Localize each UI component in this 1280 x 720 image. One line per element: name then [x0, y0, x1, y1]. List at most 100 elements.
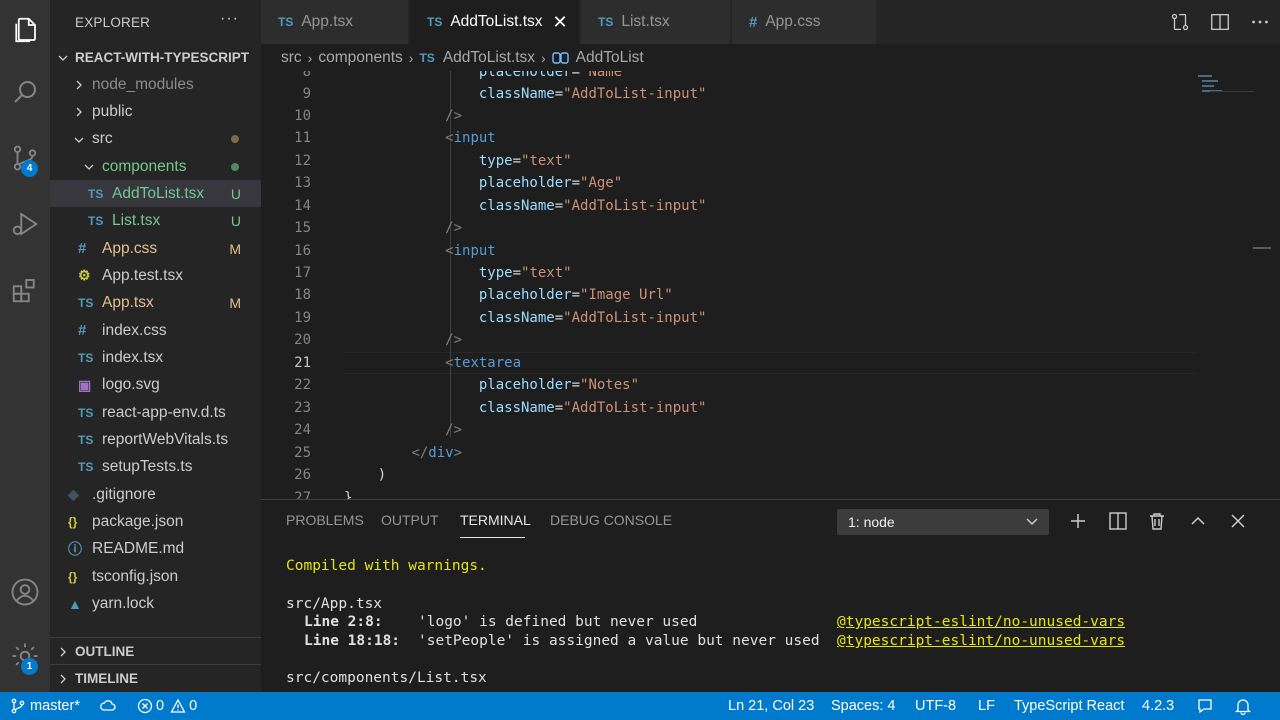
- chevron-right-icon: [76, 107, 82, 117]
- code-text: type="text": [478, 153, 572, 169]
- breadcrumb-components[interactable]: components: [318, 49, 402, 67]
- code-line: 23 className="AddToList-input": [261, 397, 1280, 419]
- tree-item-components[interactable]: components: [50, 153, 261, 180]
- tree-item-src[interactable]: src: [50, 126, 261, 153]
- tab-addtolist-tsx[interactable]: TS AddToList.tsx ✕: [410, 0, 580, 44]
- chevron-right-icon: [60, 647, 66, 657]
- tree-item-label: reportWebVitals.ts: [102, 431, 229, 449]
- more-actions-icon[interactable]: [1249, 11, 1271, 33]
- notifications-bell-icon[interactable]: [1234, 692, 1252, 720]
- tree-item-reportwebvitals-ts[interactable]: TS reportWebVitals.ts: [50, 427, 261, 454]
- code-text: </div>: [411, 445, 463, 461]
- typescript-icon: TS: [88, 214, 104, 229]
- tab-debug-console[interactable]: DEBUG CONSOLE: [550, 512, 672, 528]
- tab-list-tsx[interactable]: TS List.tsx: [581, 0, 731, 44]
- line-number: 14: [294, 198, 311, 214]
- language-mode[interactable]: TypeScript React: [1014, 692, 1124, 720]
- run-debug-icon[interactable]: [0, 196, 50, 252]
- end-of-line[interactable]: LF: [978, 692, 995, 720]
- tab-output[interactable]: OUTPUT: [381, 512, 439, 528]
- new-terminal-plus-icon[interactable]: [1067, 510, 1089, 532]
- tree-item-index-css[interactable]: # index.css: [50, 317, 261, 344]
- tab-problems[interactable]: PROBLEMS: [286, 512, 364, 528]
- feedback-icon[interactable]: [1196, 692, 1214, 720]
- tree-item-readme-md[interactable]: ⓘ README.md: [50, 536, 261, 563]
- minimap[interactable]: [1198, 71, 1258, 111]
- branch-indicator[interactable]: master*: [10, 692, 80, 720]
- outline-section[interactable]: OUTLINE: [50, 637, 261, 664]
- typescript-icon: TS: [278, 15, 294, 29]
- tab-app-tsx[interactable]: TS App.tsx: [261, 0, 409, 44]
- more-actions-icon[interactable]: ···: [220, 10, 239, 28]
- line-number: 23: [294, 400, 311, 416]
- code-text: />: [445, 422, 463, 438]
- tree-item-label: README.md: [92, 540, 185, 558]
- tree-item-addtolist-tsx[interactable]: TS AddToList.tsx U: [50, 180, 261, 208]
- extensions-icon[interactable]: [0, 262, 50, 318]
- tree-item-app-tsx[interactable]: TS App.tsx M: [50, 290, 261, 317]
- search-icon[interactable]: [0, 64, 50, 120]
- terminal-warning-1-rule[interactable]: @typescript-eslint/no-unused-vars: [837, 614, 1125, 630]
- breadcrumb-separator: ›: [307, 49, 313, 66]
- cursor-position[interactable]: Ln 21, Col 23: [728, 692, 814, 720]
- tree-item-label: tsconfig.json: [92, 567, 179, 585]
- project-name: REACT-WITH-TYPESCRIPT: [75, 50, 249, 65]
- code-text: placeholder="Age": [478, 175, 623, 191]
- line-number: 27: [294, 490, 311, 499]
- split-terminal-icon[interactable]: [1107, 510, 1129, 532]
- trash-icon[interactable]: [1146, 510, 1168, 532]
- code-editor[interactable]: 8 placeholder="Name" 9 className="AddToLi…: [261, 71, 1280, 499]
- tree-item-logo-svg[interactable]: ▣ logo.svg: [50, 372, 261, 399]
- line-number: 24: [294, 422, 311, 438]
- tree-item-tsconfig-json[interactable]: {} tsconfig.json: [50, 563, 261, 590]
- encoding[interactable]: UTF-8: [915, 692, 956, 720]
- tree-item-list-tsx[interactable]: TS List.tsx U: [50, 208, 261, 235]
- tree-item-index-tsx[interactable]: TS index.tsx: [50, 345, 261, 372]
- manage-gear-icon[interactable]: [0, 628, 50, 684]
- tree-item-node-modules[interactable]: node_modules: [50, 71, 261, 98]
- terminal-select[interactable]: 1: node: [837, 509, 1049, 535]
- tree-item-app-test-tsx[interactable]: ⚙ App.test.tsx: [50, 262, 261, 289]
- tree-item-gitignore[interactable]: ◆ .gitignore: [50, 481, 261, 508]
- maximize-chevron-up-icon[interactable]: [1187, 510, 1209, 532]
- status-bar: master* 0 0 Ln 21, Col 23 Spaces: 4 UTF-…: [0, 692, 1280, 720]
- tree-item-setuptests-ts[interactable]: TS setupTests.ts: [50, 454, 261, 481]
- explorer-icon[interactable]: [0, 2, 50, 58]
- source-control-icon[interactable]: [0, 130, 50, 186]
- tab-app-css[interactable]: # App.css: [732, 0, 877, 44]
- split-editor-icon[interactable]: [1209, 11, 1231, 33]
- account-icon[interactable]: [0, 564, 50, 620]
- close-icon[interactable]: ✕: [553, 12, 568, 33]
- problems-indicator[interactable]: 0 0: [137, 692, 197, 720]
- untracked-dot: [231, 162, 239, 171]
- timeline-section[interactable]: TIMELINE: [50, 664, 261, 691]
- info-icon: ⓘ: [68, 541, 82, 558]
- line-number: 11: [294, 130, 311, 146]
- breadcrumb-symbol[interactable]: AddToList: [576, 49, 644, 67]
- git-diamond-icon: ◆: [68, 486, 79, 503]
- project-folder-row[interactable]: REACT-WITH-TYPESCRIPT: [50, 44, 261, 71]
- indentation[interactable]: Spaces: 4: [831, 692, 896, 720]
- code-text: }: [344, 490, 353, 499]
- terminal-compiled-message: Compiled with warnings.: [286, 558, 487, 574]
- breadcrumb-file[interactable]: AddToList.tsx: [443, 49, 535, 67]
- tree-item-package-json[interactable]: {} package.json: [50, 509, 261, 536]
- chevron-down-icon: [74, 137, 84, 143]
- typescript-version[interactable]: 4.2.3: [1142, 692, 1174, 720]
- tree-item-public[interactable]: public: [50, 98, 261, 125]
- tree-item-yarn-lock[interactable]: ▲ yarn.lock: [50, 591, 261, 618]
- code-line: 27}: [261, 487, 1280, 499]
- tree-item-react-app-env-d-ts[interactable]: TS react-app-env.d.ts: [50, 399, 261, 426]
- tree-item-app-css[interactable]: # App.css M: [50, 235, 261, 262]
- close-panel-icon[interactable]: [1227, 510, 1249, 532]
- code-text: type="text": [478, 265, 572, 281]
- tab-terminal[interactable]: TERMINAL: [460, 512, 531, 528]
- compare-changes-icon[interactable]: [1169, 11, 1191, 33]
- editor-actions: [1160, 0, 1280, 44]
- typescript-icon: TS: [78, 351, 94, 365]
- terminal-warning-2-rule[interactable]: @typescript-eslint/no-unused-vars: [837, 633, 1125, 649]
- breadcrumb-src[interactable]: src: [281, 49, 302, 67]
- sync-icon[interactable]: [99, 692, 117, 720]
- editor-tabs: TS App.tsx TS AddToList.tsx ✕ TS List.ts…: [261, 0, 1280, 44]
- terminal-file-2: src/components/List.tsx: [286, 670, 487, 686]
